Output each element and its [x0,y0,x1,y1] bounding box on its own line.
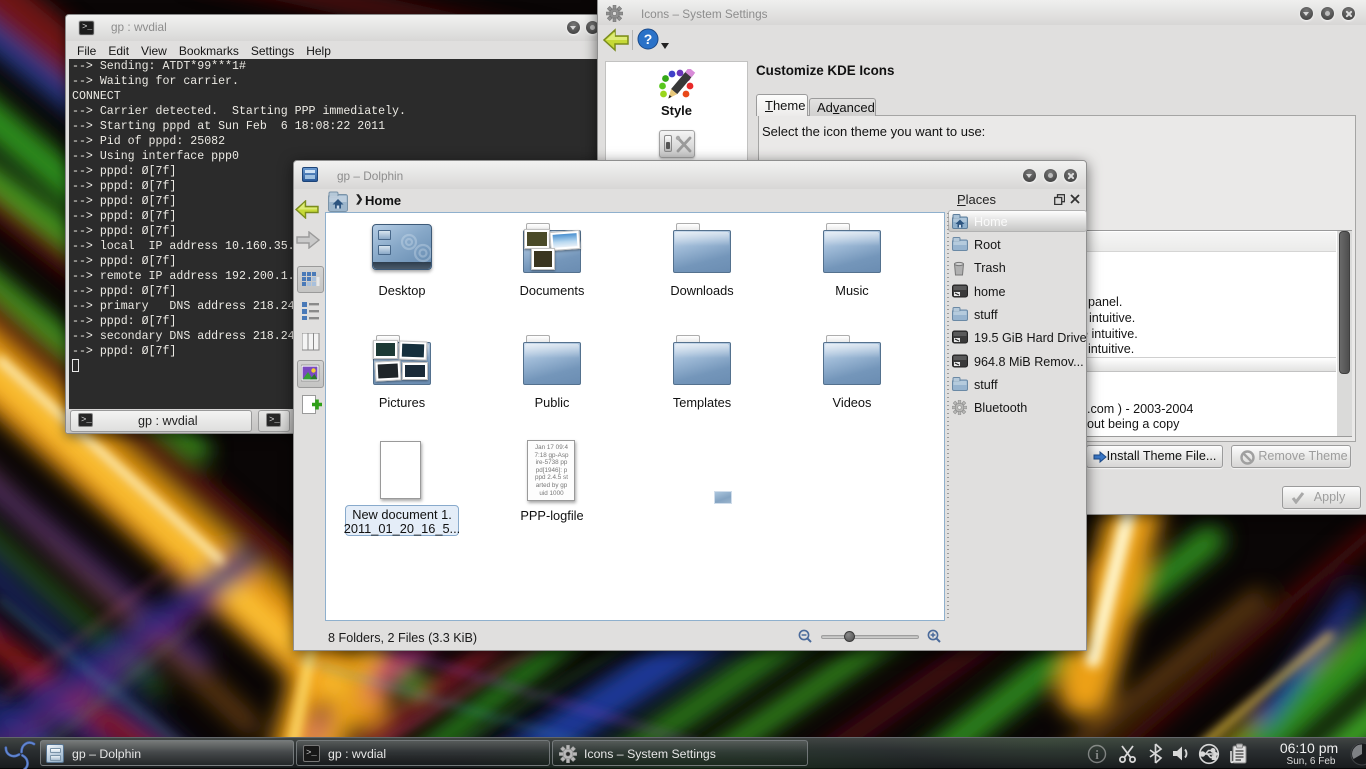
svg-text:?: ? [644,31,653,47]
svg-text:i: i [1095,747,1099,762]
